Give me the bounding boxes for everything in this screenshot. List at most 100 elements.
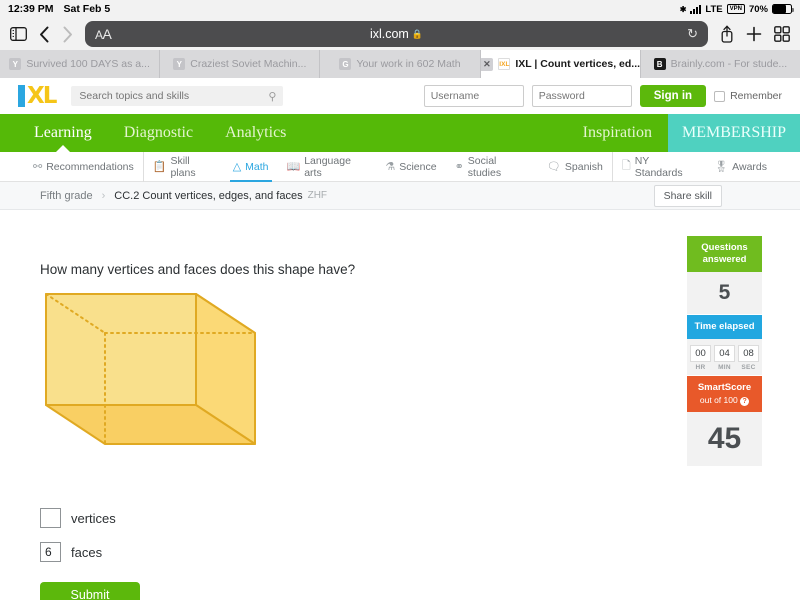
browser-tab[interactable]: Y Craziest Soviet Machin... xyxy=(160,50,320,78)
tab-favicon: Y xyxy=(173,58,185,70)
subject-tab-social-studies[interactable]: ⚭ Social studies xyxy=(446,152,538,182)
plus-icon[interactable] xyxy=(746,26,762,42)
subject-label: Math xyxy=(245,161,268,173)
remember-label: Remember xyxy=(730,90,782,102)
battery-icon xyxy=(772,4,792,14)
breadcrumb-skill: CC.2 Count vertices, edges, and faces xyxy=(114,190,302,202)
forward-chevron-icon xyxy=(62,26,73,43)
submit-button[interactable]: Submit xyxy=(40,582,140,600)
tab-favicon: G xyxy=(339,58,351,70)
bluetooth-icon: ✱ xyxy=(680,5,687,14)
question-prompt: How many vertices and faces does this sh… xyxy=(40,262,355,277)
clock-hours: 00 HR xyxy=(690,345,711,371)
subject-label: Social studies xyxy=(468,155,529,179)
search-icon[interactable]: ⚲ xyxy=(268,90,276,103)
tab-title: Survived 100 DAYS as a... xyxy=(26,58,150,70)
subject-label: Recommendations xyxy=(46,161,134,173)
subject-label: Science xyxy=(399,161,436,173)
search-input[interactable] xyxy=(79,90,275,102)
question-mark-icon[interactable]: ? xyxy=(740,397,749,406)
ribbon-icon: 🎖 xyxy=(714,160,728,173)
tab-favicon: Y xyxy=(9,58,21,70)
nav-item-diagnostic[interactable]: Diagnostic xyxy=(108,114,209,152)
score-panel: Questions answered 5 Time elapsed 00 HR … xyxy=(687,236,762,466)
subject-tab-math[interactable]: △ Math xyxy=(224,152,278,182)
speech-icon: 🗨 xyxy=(547,160,561,173)
main-nav-right: Inspiration MEMBERSHIP xyxy=(567,114,800,152)
status-date: Sat Feb 5 xyxy=(64,3,111,15)
faces-input[interactable] xyxy=(40,542,61,562)
address-bar[interactable]: AA ixl.com🔒 ↻ xyxy=(85,21,708,47)
faces-label: faces xyxy=(71,545,102,560)
nav-item-analytics[interactable]: Analytics xyxy=(209,114,302,152)
remember-checkbox[interactable] xyxy=(714,91,725,102)
subject-tab-ny-standards[interactable]: 🗋 NY Standards xyxy=(612,152,705,182)
tab-close-icon[interactable]: ✕ xyxy=(481,58,494,71)
tab-title: Craziest Soviet Machin... xyxy=(190,58,306,70)
smartscore-value: 45 xyxy=(687,412,762,466)
subject-tab-awards[interactable]: 🎖 Awards xyxy=(705,152,776,182)
answer-row-faces: faces xyxy=(40,542,116,562)
password-field[interactable] xyxy=(532,85,632,107)
vertices-input[interactable] xyxy=(40,508,61,528)
sign-in-button[interactable]: Sign in xyxy=(640,85,706,107)
subject-label: Awards xyxy=(732,161,767,173)
username-field[interactable] xyxy=(424,85,524,107)
status-bar-left: 12:39 PM Sat Feb 5 xyxy=(8,3,110,15)
clock-minutes-value: 04 xyxy=(714,345,735,362)
status-bar-right: ✱ LTE VPN 70% xyxy=(680,4,792,15)
url-display: ixl.com🔒 xyxy=(85,27,708,41)
ixl-logo[interactable]: XL xyxy=(18,85,55,107)
breadcrumb-grade[interactable]: Fifth grade xyxy=(40,190,93,202)
compass-icon: △ xyxy=(233,160,241,173)
clock-minutes: 04 MIN xyxy=(714,345,735,371)
browser-tab[interactable]: G Your work in 602 Math xyxy=(320,50,480,78)
breadcrumb-skill-code: ZHF xyxy=(308,190,327,201)
tabs-grid-icon[interactable] xyxy=(774,26,790,42)
questions-answered-header: Questions answered xyxy=(687,236,762,272)
answer-inputs: vertices faces xyxy=(40,508,116,576)
url-text: ixl.com xyxy=(370,27,409,41)
main-nav: Learning Diagnostic Analytics Inspiratio… xyxy=(0,114,800,152)
signpost-icon: ⚯ xyxy=(33,160,42,173)
time-elapsed-header: Time elapsed xyxy=(687,315,762,339)
book-icon: 📖 xyxy=(287,160,301,173)
clock-hours-value: 00 xyxy=(690,345,711,362)
nav-item-membership[interactable]: MEMBERSHIP xyxy=(668,114,800,152)
subject-tab-spanish[interactable]: 🗨 Spanish xyxy=(538,152,612,182)
login-controls: Sign in Remember xyxy=(424,85,782,107)
clock-minutes-unit: MIN xyxy=(714,364,735,371)
site-header: XL ⚲ Sign in Remember xyxy=(0,78,800,114)
nav-item-inspiration[interactable]: Inspiration xyxy=(567,114,668,152)
subject-label: Skill plans xyxy=(170,155,214,179)
status-bar: 12:39 PM Sat Feb 5 ✱ LTE VPN 70% xyxy=(0,0,800,18)
smartscore-sub: out of 100 ? xyxy=(689,394,760,406)
subject-tab-science[interactable]: ⚗ Science xyxy=(376,152,445,182)
nav-item-learning[interactable]: Learning xyxy=(18,114,108,152)
browser-toolbar: AA ixl.com🔒 ↻ xyxy=(0,18,800,50)
list-clipboard-icon: 🗋 xyxy=(622,157,631,176)
subject-label: NY Standards xyxy=(635,155,697,179)
time-elapsed-clock: 00 HR 04 MIN 08 SEC xyxy=(687,339,762,375)
back-chevron-icon[interactable] xyxy=(39,26,50,43)
logo-xl-text: XL xyxy=(27,85,55,107)
browser-tab-active[interactable]: ✕ IXL IXL | Count vertices, ed... xyxy=(481,50,641,78)
signal-bars-icon xyxy=(690,5,701,14)
subject-tab-recommendations[interactable]: ⚯ Recommendations xyxy=(24,152,143,182)
lock-icon: 🔒 xyxy=(412,29,423,39)
share-skill-button[interactable]: Share skill xyxy=(654,185,722,207)
flask-icon: ⚗ xyxy=(385,160,395,173)
share-icon[interactable] xyxy=(720,25,734,43)
smartscore-header: SmartScore out of 100 ? xyxy=(687,376,762,412)
sidebar-icon[interactable] xyxy=(10,27,27,41)
smartscore-label: SmartScore xyxy=(689,382,760,394)
clipboard-icon: 📋 xyxy=(153,160,167,173)
subject-tab-skill-plans[interactable]: 📋 Skill plans xyxy=(143,152,224,182)
subject-label: Spanish xyxy=(565,161,603,173)
reload-icon[interactable]: ↻ xyxy=(687,26,698,42)
browser-tab[interactable]: B Brainly.com - For stude... xyxy=(641,50,800,78)
search-box[interactable]: ⚲ xyxy=(71,86,283,106)
subject-tab-language-arts[interactable]: 📖 Language arts xyxy=(278,152,377,182)
browser-tab[interactable]: Y Survived 100 DAYS as a... xyxy=(0,50,160,78)
remember-me[interactable]: Remember xyxy=(714,90,782,102)
